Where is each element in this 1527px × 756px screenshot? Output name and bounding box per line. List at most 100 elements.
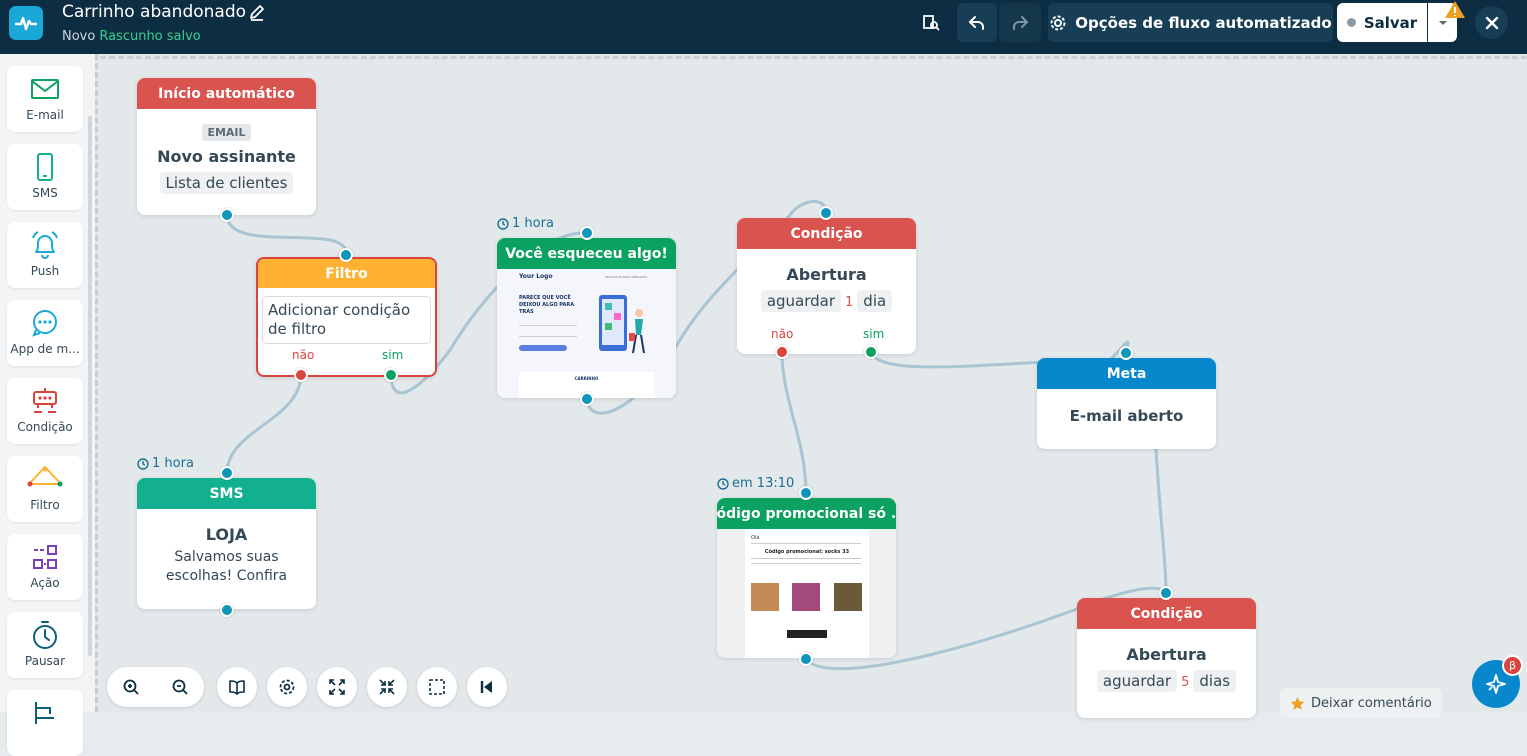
close-icon (1485, 16, 1498, 29)
save-button[interactable]: Salvar (1337, 3, 1427, 42)
node-condition-open-2[interactable]: Condição Abertura aguardar 5 dias (1077, 586, 1256, 718)
phone-icon (37, 153, 53, 181)
flow-options-label: Opções de fluxo automatizado (1075, 13, 1332, 32)
redo-icon (1013, 15, 1028, 30)
sidebar-item-email[interactable]: E-mail (7, 66, 83, 132)
collapse-button[interactable] (367, 667, 407, 707)
settings-button[interactable] (267, 667, 307, 707)
email-preview: Olá Código promocional: socks 33 (717, 529, 896, 658)
go-to-start-button[interactable] (467, 667, 507, 707)
sidebar-item-condition[interactable]: Condição (7, 378, 83, 444)
no-port[interactable] (294, 368, 308, 382)
flow-options-button[interactable]: Opções de fluxo automatizado (1048, 3, 1333, 42)
filter-no-label: não (292, 348, 315, 362)
undo-button[interactable] (957, 3, 997, 42)
preview-product-2 (792, 583, 820, 611)
node-header: Você esqueceu algo! (497, 238, 676, 269)
input-port[interactable] (1119, 346, 1133, 360)
save-label: Salvar (1363, 13, 1418, 32)
node-title: LOJA (205, 525, 248, 544)
preview-phone-illustration (599, 295, 645, 354)
sidebar-scrollbar[interactable] (88, 116, 92, 656)
warning-icon[interactable] (1444, 0, 1466, 24)
app-logo[interactable] (9, 6, 43, 40)
skip-back-icon (480, 681, 492, 693)
input-port[interactable] (819, 206, 833, 220)
node-email-forgot[interactable]: Você esqueceu algo! Your Logo PRODUTOS M… (497, 226, 676, 406)
sidebar-item-app-message[interactable]: App de m... (7, 300, 83, 366)
input-port[interactable] (220, 466, 234, 480)
edit-title-icon[interactable] (248, 4, 266, 26)
blocks-sidebar: E-mail SMS Push App de m... Condição Fil… (0, 54, 95, 756)
preview-headline: PARECE QUE VOCÊ DEIXOU ALGO PARA TRÁS (519, 295, 575, 315)
preview-product-1 (751, 583, 779, 611)
zoom-out-button[interactable] (160, 667, 200, 707)
gear-icon (1050, 15, 1066, 30)
node-title: Novo assinante (157, 147, 296, 166)
select-area-button[interactable] (417, 667, 457, 707)
no-port[interactable] (775, 345, 789, 359)
preview-body-text (519, 325, 577, 337)
email-preview: Your Logo PRODUTOS MAIS VENDIDOS PARECE … (497, 269, 676, 398)
leave-comment-button[interactable]: Deixar comentário (1280, 688, 1442, 718)
preview-product-3 (834, 583, 862, 611)
output-port[interactable] (220, 603, 234, 617)
sidebar-item-label: Ação (30, 576, 60, 590)
input-port[interactable] (799, 486, 813, 500)
guide-button[interactable] (217, 667, 257, 707)
wait-unit: dia (857, 290, 893, 312)
sidebar-item-action[interactable]: Ação (7, 534, 83, 600)
node-start[interactable]: Início automático EMAIL Novo assinante L… (137, 78, 316, 222)
node-filter[interactable]: Filtro Adicionar condição de filtro não … (256, 248, 437, 382)
help-book-button[interactable] (912, 3, 950, 42)
sidebar-item-sms[interactable]: SMS (7, 144, 83, 210)
sidebar-item-more[interactable] (7, 690, 83, 756)
delay-label-promo: em 13:10 (717, 476, 794, 491)
split-icon (35, 702, 54, 724)
node-header: Código promocional só ... (717, 498, 896, 529)
fit-screen-button[interactable] (317, 667, 357, 707)
status-new: Novo (62, 29, 96, 44)
flow-status: Novo Rascunho salvo (62, 29, 201, 44)
input-port[interactable] (580, 226, 594, 240)
input-port[interactable] (339, 248, 353, 262)
redo-button[interactable] (999, 3, 1041, 42)
list-chip: Lista de clientes (159, 172, 294, 194)
node-header: Início automático (137, 78, 316, 109)
yes-port[interactable] (384, 368, 398, 382)
node-condition-open[interactable]: Condição Abertura aguardar 1 dia não sim (737, 206, 916, 359)
input-port[interactable] (1159, 586, 1173, 600)
output-port[interactable] (580, 392, 594, 406)
condition-yes-label: sim (863, 327, 885, 341)
expand-icon (329, 679, 345, 695)
book-icon (229, 680, 245, 695)
delay-text: em 13:10 (732, 476, 795, 491)
top-bar: Carrinho abandonado Novo Rascunho salvo O… (0, 0, 1527, 54)
mail-icon (31, 79, 59, 99)
clock-icon (137, 457, 149, 470)
node-email-promo[interactable]: Código promocional só ... Olá Código pro… (717, 486, 896, 666)
sidebar-item-pause[interactable]: Pausar (7, 612, 83, 678)
sidebar-item-filter[interactable]: Filtro (7, 456, 83, 522)
close-button[interactable] (1475, 6, 1508, 39)
output-port[interactable] (799, 652, 813, 666)
sidebar-item-push[interactable]: Push (7, 222, 83, 288)
delay-label-sms: 1 hora (137, 456, 194, 471)
delay-label-email1: 1 hora (497, 216, 554, 231)
preview-greeting: Olá (751, 535, 760, 541)
node-header: Condição (1077, 598, 1256, 629)
yes-port[interactable] (864, 345, 878, 359)
condition-icon (33, 388, 57, 413)
filter-condition-input[interactable]: Adicionar condição de filtro (262, 296, 431, 344)
condition-no-label: não (771, 327, 794, 341)
zoom-out-icon (172, 679, 188, 695)
preview-cart-title: CARRINHO (574, 376, 599, 381)
zoom-in-button[interactable] (111, 667, 151, 707)
timer-icon (33, 621, 57, 649)
node-goal[interactable]: Meta E-mail aberto (1037, 346, 1216, 449)
output-port[interactable] (220, 208, 234, 222)
filter-icon (27, 466, 63, 487)
delay-text: 1 hora (152, 456, 194, 471)
node-sms[interactable]: SMS LOJA Salvamos suas escolhas! Confira… (137, 466, 316, 617)
preview-promo-code: Código promocional: socks 33 (764, 549, 850, 555)
